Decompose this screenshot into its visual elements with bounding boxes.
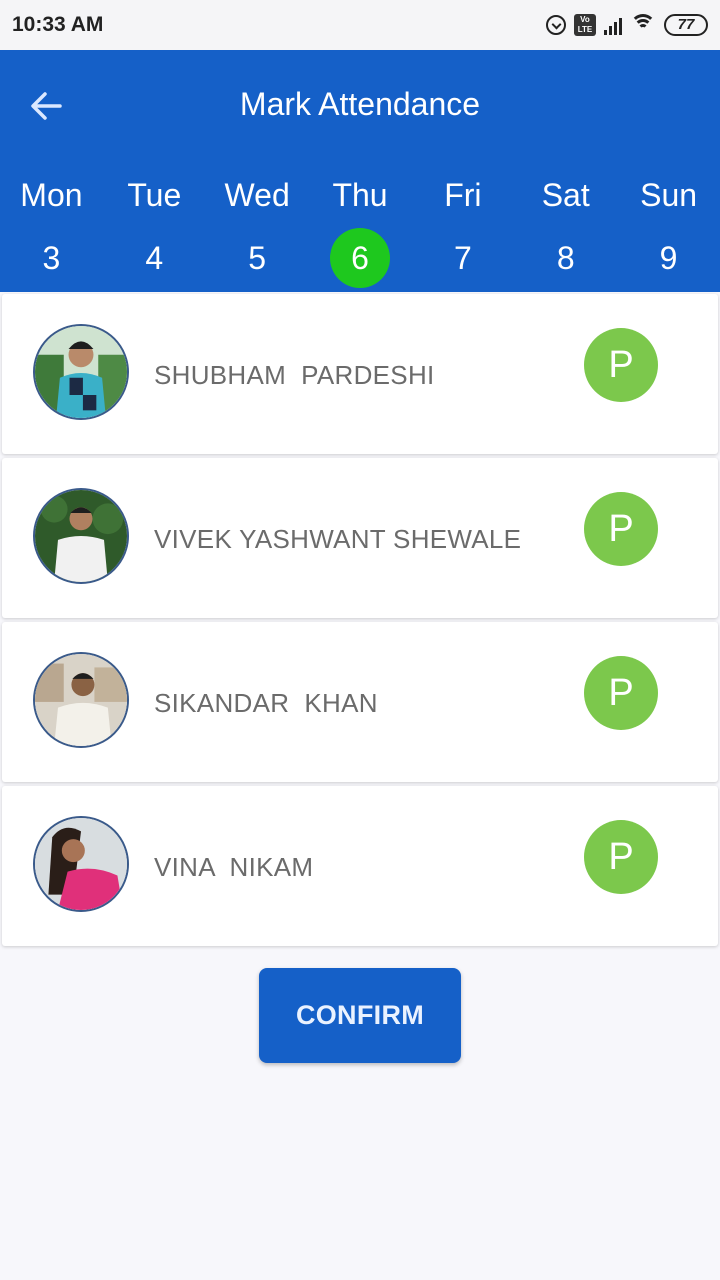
page-title: Mark Attendance <box>239 86 481 122</box>
status-icons: Vo LTE 77 <box>546 14 708 36</box>
student-card: SIKANDAR KHAN P <box>2 622 718 782</box>
day-name: Fri <box>444 177 482 213</box>
alarm-icon <box>546 15 566 35</box>
day-date-selected: 6 <box>330 228 390 288</box>
day-mon[interactable]: Mon 3 <box>0 170 103 288</box>
day-date: 5 <box>248 240 267 276</box>
day-date: 9 <box>659 240 678 276</box>
student-name: VINA NIKAM <box>154 852 314 882</box>
app-bar: Mark Attendance Mon 3 Tue 4 Wed 5 Thu 6 … <box>0 50 720 292</box>
present-toggle[interactable]: P <box>584 328 658 402</box>
day-wed[interactable]: Wed 5 <box>206 170 309 288</box>
student-name: SHUBHAM PARDESHI <box>154 360 435 390</box>
avatar-photo <box>35 654 127 746</box>
day-sun[interactable]: Sun 9 <box>617 170 720 288</box>
signal-icon <box>604 15 622 35</box>
day-date: 7 <box>453 240 472 276</box>
student-name: SIKANDAR KHAN <box>154 688 378 718</box>
wifi-icon <box>630 14 656 36</box>
student-card: SHUBHAM PARDESHI P <box>2 294 718 454</box>
avatar-photo <box>35 818 127 910</box>
day-name: Sun <box>640 177 698 213</box>
battery-icon: 77 <box>664 14 708 36</box>
present-toggle[interactable]: P <box>584 492 658 566</box>
student-card: VIVEK YASHWANT SHEWALE P <box>2 458 718 618</box>
status-time: 10:33 AM <box>12 13 104 36</box>
day-date: 8 <box>556 240 575 276</box>
status-bar: 10:33 AM Vo LTE 77 <box>0 0 720 50</box>
avatar-photo <box>35 490 127 582</box>
day-date: 4 <box>145 240 164 276</box>
day-name: Wed <box>224 177 290 213</box>
present-toggle[interactable]: P <box>584 656 658 730</box>
week-selector: Mon 3 Tue 4 Wed 5 Thu 6 Fri 7 Sat 8 Sun … <box>0 170 720 288</box>
avatar <box>33 324 129 420</box>
present-toggle[interactable]: P <box>584 820 658 894</box>
avatar-photo <box>35 326 127 418</box>
day-name: Mon <box>20 177 83 213</box>
day-tue[interactable]: Tue 4 <box>103 170 206 288</box>
volte-icon: Vo LTE <box>574 14 596 36</box>
day-name: Thu <box>332 177 388 213</box>
student-name: VIVEK YASHWANT SHEWALE <box>154 524 522 554</box>
avatar <box>33 488 129 584</box>
day-date: 3 <box>42 240 61 276</box>
confirm-button[interactable]: CONFIRM <box>259 968 461 1063</box>
avatar <box>33 816 129 912</box>
student-list: SHUBHAM PARDESHI P VIVEK YASHWANT SHEWAL… <box>2 294 718 950</box>
day-name: Tue <box>127 177 182 213</box>
day-thu[interactable]: Thu 6 <box>309 170 412 288</box>
day-sat[interactable]: Sat 8 <box>514 170 617 288</box>
day-name: Sat <box>541 177 590 213</box>
day-fri[interactable]: Fri 7 <box>411 170 514 288</box>
avatar <box>33 652 129 748</box>
student-card: VINA NIKAM P <box>2 786 718 946</box>
